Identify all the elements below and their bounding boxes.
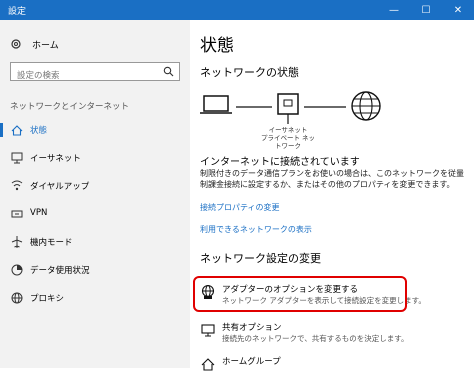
homegroup-icon [201,358,215,371]
sidebar-item-label: 機内モード [30,238,73,248]
diagram-label-network: プライベート ネットワーク [260,134,316,150]
network-status-heading: ネットワークの状態 [200,66,299,79]
network-diagram-graphic [200,91,381,124]
sidebar-home-label: ホーム [32,40,59,51]
diagram-label-adapter: イーサネット [268,126,308,134]
active-indicator [0,123,3,137]
ethernet-adapter-icon [277,93,299,124]
sharing-options-item[interactable]: 共有オプション 接続先のネットワークで、共有するものを決定します。 [200,320,460,352]
search-box[interactable] [10,62,180,85]
internet-globe-icon [351,91,381,121]
sidebar-item-status[interactable]: 状態 [0,120,190,140]
vpn-icon [11,210,23,218]
highlight-annotation [193,276,407,312]
sharing-options-desc: 接続先のネットワークで、共有するものを決定します。 [222,334,409,343]
sharing-options-title: 共有オプション [222,323,282,333]
title-bar: 設定 — ☐ ✕ [0,0,474,20]
dialup-icon [11,180,23,191]
sidebar-item-label: 状態 [30,126,48,136]
settings-heading: ネットワーク設定の変更 [200,252,321,265]
status-description: 制限付きのデータ通信プランをお使いの場合は、このネットワークを従量制課金接続に設… [200,169,464,189]
search-input[interactable] [11,67,151,85]
sidebar-item-dialup[interactable]: ダイヤルアップ [0,176,190,196]
change-properties-link[interactable]: 接続プロパティの変更 [200,202,280,213]
home-network-icon [11,125,23,136]
homegroup-title: ホームグループ [222,357,281,367]
gear-icon [11,39,21,49]
sidebar-home[interactable]: ホーム [10,36,59,52]
airplane-icon [11,236,23,248]
network-diagram: イーサネット プライベート ネットワーク [200,90,470,150]
sidebar-item-label: データ使用状況 [30,266,90,276]
window-title: 設定 [8,7,27,17]
data-usage-icon [11,264,23,276]
minimize-button[interactable]: — [378,0,410,20]
close-button[interactable]: ✕ [442,0,474,20]
show-networks-link[interactable]: 利用できるネットワークの表示 [200,224,312,235]
sidebar-item-ethernet[interactable]: イーサネット [0,148,190,168]
maximize-button[interactable]: ☐ [410,0,442,20]
sidebar-item-label: VPN [30,208,48,218]
globe-icon [11,292,23,304]
homegroup-item[interactable]: ホームグループ [200,354,460,386]
sidebar-item-label: ダイヤルアップ [30,182,90,192]
pc-icon [200,95,232,114]
sidebar-item-data-usage[interactable]: データ使用状況 [0,260,190,280]
sidebar-item-proxy[interactable]: プロキシ [0,288,190,308]
section-header: ネットワークとインターネット [10,102,130,112]
sidebar-item-airplane[interactable]: 機内モード [0,232,190,252]
ethernet-icon [11,152,23,164]
sidebar-item-vpn[interactable]: VPN [0,204,190,224]
sidebar: ホーム ネットワークとインターネット 状態 イーサネット ダイヤルアップ [0,20,190,368]
sharing-icon [201,324,215,337]
main-panel: 状態 ネットワークの状態 イーサネット プライベート ネットワーク インターネッ… [190,20,474,371]
sidebar-item-label: イーサネット [30,154,81,164]
search-icon[interactable] [163,66,174,77]
connection-status: インターネットに接続されています [200,157,360,168]
sidebar-item-label: プロキシ [30,294,65,304]
page-title: 状態 [200,36,234,56]
